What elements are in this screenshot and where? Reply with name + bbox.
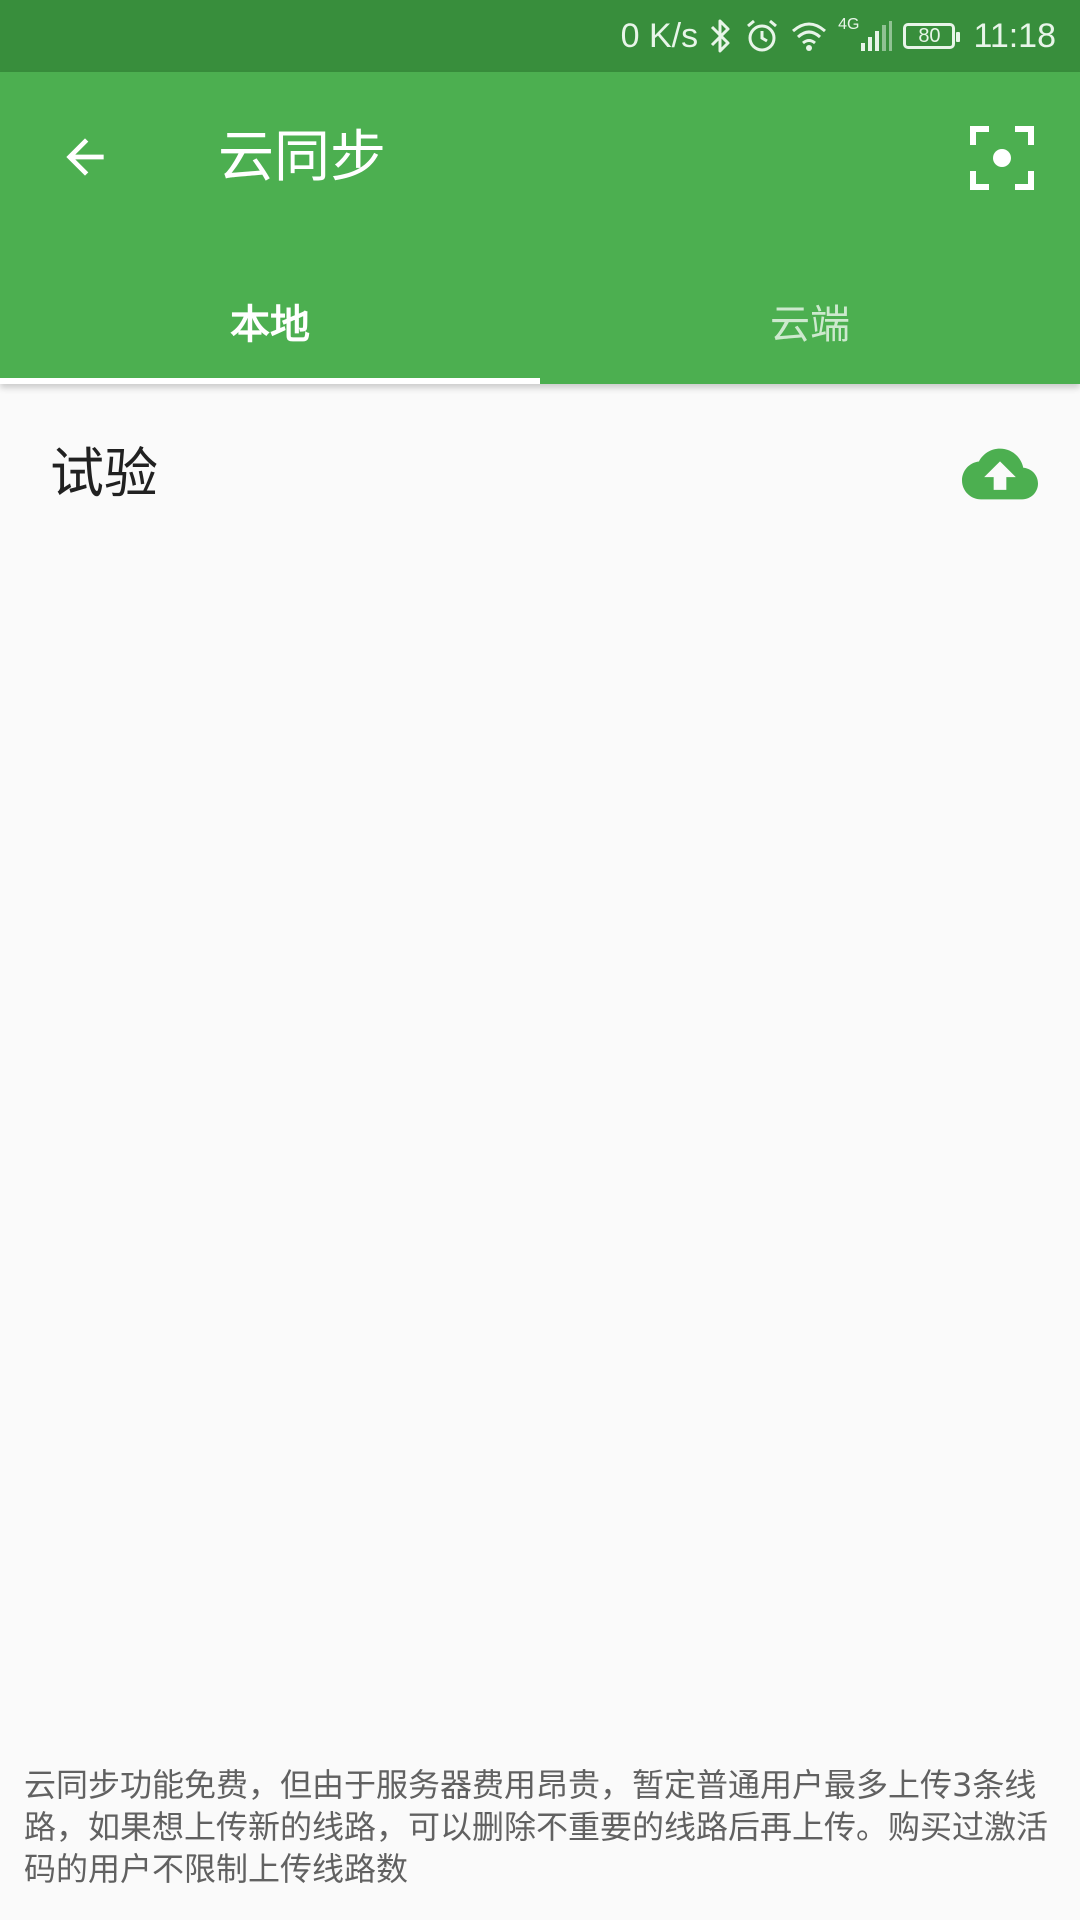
- scan-button[interactable]: [954, 110, 1050, 206]
- battery-level: 80: [918, 24, 941, 47]
- network-type: 4G: [838, 16, 860, 33]
- scan-icon: [970, 126, 1034, 190]
- tab-local-label: 本地: [230, 302, 310, 348]
- footer-note: 云同步功能免费，但由于服务器费用昂贵，暂定普通用户最多上传3条线路，如果想上传新…: [24, 1766, 1049, 1888]
- app-bar: 云同步 本地 云端: [0, 72, 1080, 384]
- page-title: 云同步: [218, 125, 386, 190]
- tab-indicator: [0, 378, 540, 384]
- route-name: 试验: [50, 442, 158, 505]
- cloud-upload-icon: [962, 448, 1038, 500]
- signal-icon: [861, 21, 893, 51]
- clock: 11:18: [973, 17, 1056, 55]
- tab-local[interactable]: 本地: [0, 272, 540, 384]
- list-item[interactable]: 试验: [0, 424, 1080, 524]
- upload-button[interactable]: [960, 438, 1040, 510]
- wifi-icon: [792, 22, 827, 51]
- arrow-left-icon: [66, 138, 104, 176]
- tab-bar: 本地 云端: [0, 272, 1080, 384]
- back-button[interactable]: [40, 112, 130, 202]
- alarm-icon: [747, 19, 778, 52]
- net-speed: 0 K/s: [620, 17, 699, 55]
- bluetooth-icon: [711, 19, 730, 53]
- status-icons: 0 K/s 4G 80 11:18: [621, 0, 1056, 72]
- screen: 0 K/s 4G 80 11:18 云同步 本地 云端 试验 云同步功能免费，但…: [0, 0, 1080, 1920]
- battery-icon: 80: [903, 23, 961, 49]
- tab-cloud[interactable]: 云端: [540, 272, 1080, 384]
- tab-cloud-label: 云端: [770, 302, 850, 348]
- status-bar: 0 K/s 4G 80 11:18: [0, 0, 1080, 72]
